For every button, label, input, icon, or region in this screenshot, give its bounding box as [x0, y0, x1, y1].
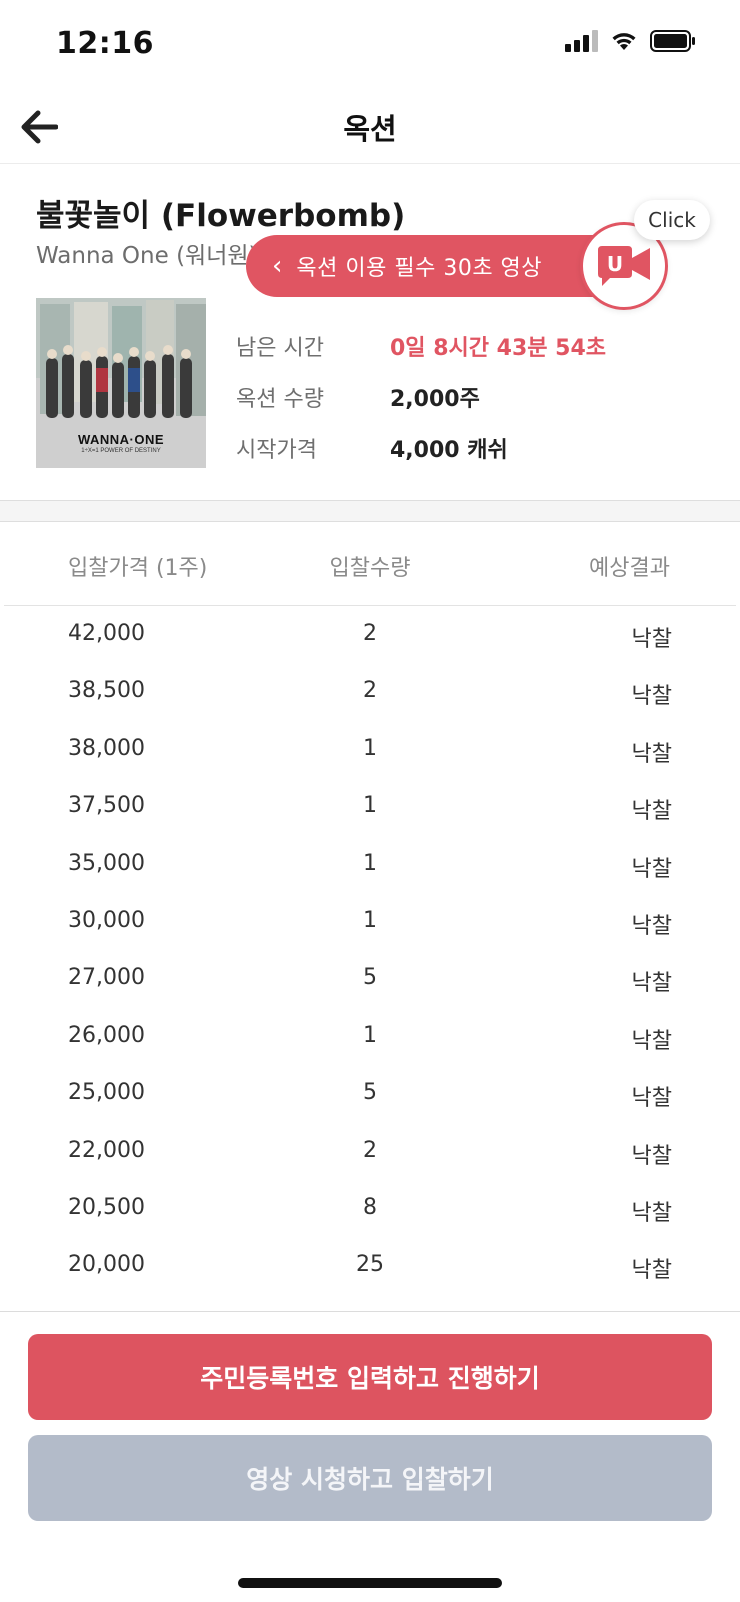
artist-name: Wanna One (워너원): [36, 243, 258, 269]
table-row: 35,000 1 낙찰: [0, 836, 740, 893]
expected-result-cell: 낙찰: [631, 799, 672, 825]
table-row: 25,000 5 낙찰: [0, 1065, 740, 1122]
table-row: 37,500 1 낙찰: [0, 778, 740, 835]
product-info: 불꽃놀이 (Flowerbomb) Wanna One (워너원) ‹ 옥션 이…: [0, 164, 740, 500]
bid-quantity-cell: 2: [363, 621, 377, 646]
table-row: 22,000 2 낙찰: [0, 1123, 740, 1180]
album-cover-text: WANNA·ONE: [77, 432, 165, 447]
expected-result-cell: 낙찰: [631, 627, 672, 652]
section-divider: [0, 500, 740, 522]
bid-quantity-cell: 5: [363, 965, 377, 991]
table-row: 42,000 2 낙찰: [0, 606, 740, 663]
battery-icon: [650, 30, 696, 52]
bid-quantity-cell: 5: [363, 1080, 377, 1106]
auction-info: 남은 시간 0일 8시간 43분 54초 옥션 수량 2,000주 시작가격 4…: [236, 320, 606, 473]
expected-result-cell: 낙찰: [631, 856, 672, 882]
video-camera-icon: U: [598, 246, 650, 286]
nav-bar: 옥션: [0, 90, 740, 164]
table-row: 20,000 25 낙찰: [0, 1237, 740, 1294]
bid-quantity-cell: 8: [363, 1194, 377, 1220]
bid-quantity-cell: 1: [363, 1022, 377, 1048]
signal-icon: [565, 30, 598, 52]
video-banner-label: 옥션 이용 필수 30초 영상: [296, 256, 543, 281]
table-bottom-divider: [0, 1311, 740, 1312]
bid-quantity-cell: 1: [363, 850, 377, 876]
expected-result-cell: 낙찰: [631, 1028, 672, 1054]
header-expected-result: 예상결과: [589, 556, 670, 581]
info-label: 시작가격: [236, 437, 317, 463]
table-row: 26,000 1 낙찰: [0, 1008, 740, 1065]
expected-result-cell: 낙찰: [631, 1200, 672, 1226]
album-cover: WANNA·ONE 1÷X=1 POWER OF DESTINY: [36, 298, 206, 468]
click-tooltip: Click: [634, 200, 710, 240]
info-row-start-price: 시작가격 4,000 캐쉬: [236, 422, 606, 473]
bid-table: 입찰가격 (1주) 입찰수량 예상결과 42,000 2 낙찰 38,500 2 낙찰 38…: [0, 522, 740, 1295]
expected-result-cell: 낙찰: [631, 1258, 672, 1284]
enter-resident-number-button[interactable]: 주민등록번호 입력하고 진행하기: [28, 1334, 712, 1420]
expected-result-cell: 낙찰: [631, 741, 672, 767]
info-row-remaining-time: 남은 시간 0일 8시간 43분 54초: [236, 320, 606, 371]
table-row: 38,500 2 낙찰: [0, 663, 740, 720]
bid-quantity-cell: 1: [363, 793, 377, 819]
expected-result-cell: 낙찰: [631, 684, 672, 710]
table-row: 38,000 1 낙찰: [0, 721, 740, 778]
status-bar: 12:16: [0, 0, 740, 90]
bid-quantity-cell: 1: [363, 735, 377, 761]
video-icon-letter: U: [607, 252, 623, 276]
bid-quantity-cell: 2: [363, 678, 377, 704]
expected-result-cell: 낙찰: [631, 971, 672, 997]
table-row: 27,000 5 낙찰: [0, 950, 740, 1007]
expected-result-cell: 낙찰: [631, 1086, 672, 1112]
song-title: 불꽃놀이 (Flowerbomb): [36, 198, 406, 234]
table-row: 20,500 8 낙찰: [0, 1180, 740, 1237]
watch-video-and-bid-button[interactable]: 영상 시청하고 입찰하기: [28, 1435, 712, 1521]
info-label: 남은 시간: [236, 335, 324, 361]
expected-result-cell: 낙찰: [631, 913, 672, 939]
table-body: 42,000 2 낙찰 38,500 2 낙찰 38,000 1 낙찰 37,500 1 낙찰 35,0…: [0, 606, 740, 1295]
table-header: 입찰가격 (1주) 입찰수량 예상결과: [4, 522, 736, 606]
status-icons: [565, 30, 696, 52]
chevron-left-icon: ‹: [272, 251, 283, 281]
bid-quantity-cell: 25: [356, 1252, 384, 1278]
table-row: 30,000 1 낙찰: [0, 893, 740, 950]
bid-quantity-cell: 2: [363, 1137, 377, 1163]
home-indicator: [238, 1578, 502, 1588]
status-time: 12:16: [56, 26, 154, 61]
info-label: 옥션 수량: [236, 386, 324, 412]
expected-result-cell: 낙찰: [631, 1143, 672, 1169]
remaining-time-value: 0일 8시간 43분 54초: [390, 335, 607, 361]
album-cover-subtext: 1÷X=1 POWER OF DESTINY: [81, 448, 161, 454]
bid-quantity-cell: 1: [363, 907, 377, 933]
page-title: 옥션: [343, 112, 397, 146]
info-row-auction-quantity: 옥션 수량 2,000주: [236, 371, 606, 422]
wifi-icon: [610, 30, 638, 52]
start-price-value: 4,000 캐쉬: [390, 437, 508, 463]
auction-quantity-value: 2,000주: [390, 386, 480, 412]
required-video-banner[interactable]: ‹ 옥션 이용 필수 30초 영상: [246, 235, 636, 297]
